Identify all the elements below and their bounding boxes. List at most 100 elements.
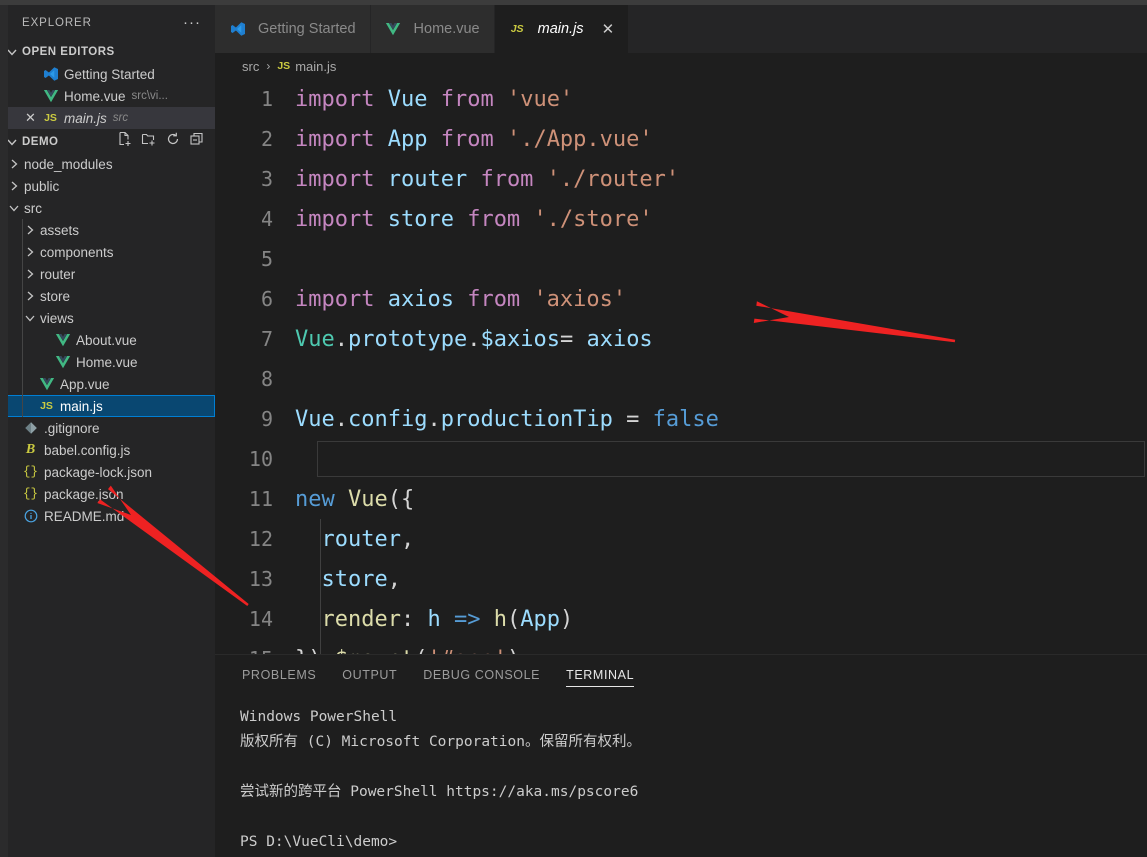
code-line: 9 Vue.config.productionTip = false — [215, 399, 1147, 439]
open-editors-list: Getting Started Home.vue src\vi... ✕ JS main.… — [0, 63, 215, 129]
editor-tab-main-js[interactable]: JS main.js ✕ — [494, 5, 630, 53]
tree-indent-guide — [22, 285, 23, 307]
tree-item-node-modules[interactable]: node_modules — [0, 153, 215, 175]
code-line-text: import App from './App.vue' — [295, 126, 653, 152]
panel-tab-debug-console[interactable]: DEBUG CONSOLE — [423, 655, 540, 694]
code-line-text: import Vue from 'vue' — [295, 86, 574, 112]
tree-indent-guide — [22, 241, 23, 263]
open-editor-label: main.js — [64, 110, 107, 126]
tree-item-package-json[interactable]: {} package.json — [0, 483, 215, 505]
js-icon: JS — [40, 400, 53, 412]
js-icon: JS — [44, 112, 57, 124]
sidebar-left-edge — [0, 5, 8, 857]
tree-item-components[interactable]: components — [0, 241, 215, 263]
editor-tab-home-vue[interactable]: Home.vue — [370, 5, 495, 53]
tree-item-label: components — [40, 244, 114, 260]
breadcrumb-file[interactable]: main.js — [295, 59, 336, 74]
tree-item-assets[interactable]: assets — [0, 219, 215, 241]
tree-item-label: .gitignore — [44, 420, 100, 436]
chevron-right-icon — [22, 222, 38, 238]
tree-item-app-vue[interactable]: App.vue — [0, 373, 215, 395]
tree-item-label: About.vue — [76, 332, 137, 348]
new-folder-icon[interactable] — [141, 131, 157, 152]
tree-item-babel-config-js[interactable]: Bbabel.config.js — [0, 439, 215, 461]
git-ignore-icon — [22, 421, 39, 435]
tree-item-label: node_modules — [24, 156, 113, 172]
close-icon[interactable]: ✕ — [602, 20, 615, 38]
tree-item--gitignore[interactable]: .gitignore — [0, 417, 215, 439]
code-editor[interactable]: 1 import Vue from 'vue' 2 import App from '… — [215, 79, 1147, 654]
refresh-icon[interactable] — [165, 131, 181, 152]
open-editor-item[interactable]: Home.vue src\vi... — [0, 85, 215, 107]
tree-item-readme-md[interactable]: README.md — [0, 505, 215, 527]
open-editor-path: src — [112, 112, 129, 124]
vue-icon — [54, 332, 71, 348]
project-section-header[interactable]: DEMO — [0, 130, 215, 153]
tree-item-store[interactable]: store — [0, 285, 215, 307]
line-number: 3 — [260, 167, 273, 191]
code-line-text: router, — [321, 526, 415, 552]
tree-item-label: store — [40, 288, 71, 304]
tree-item-home-vue[interactable]: Home.vue — [0, 351, 215, 373]
tree-item-src[interactable]: src — [0, 197, 215, 219]
tree-item-main-js[interactable]: JS main.js — [0, 395, 215, 417]
code-line-text: new Vue({ — [295, 486, 415, 512]
terminal-output[interactable]: Windows PowerShell 版权所有 (C) Microsoft Cor… — [215, 694, 1147, 855]
breadcrumb: src › JS main.js — [215, 53, 1147, 79]
panel-tab-problems[interactable]: PROBLEMS — [242, 655, 316, 694]
open-editor-item[interactable]: Getting Started — [0, 63, 215, 85]
tree-item-router[interactable]: router — [0, 263, 215, 285]
vscode-window: EXPLORER ··· OPEN EDITORS Getting Starte… — [0, 0, 1147, 857]
code-line-text: store, — [321, 566, 401, 592]
file-tree: node_modulespublic src assets components rou… — [0, 153, 215, 527]
editor-tab-getting-started[interactable]: Getting Started — [215, 5, 371, 53]
line-number: 1 — [260, 87, 273, 111]
explorer-more-icon[interactable]: ··· — [183, 15, 201, 30]
open-editor-label: Home.vue — [64, 88, 126, 104]
new-file-icon[interactable] — [117, 131, 133, 152]
indent-guide — [320, 559, 321, 599]
markdown-info-icon — [22, 509, 39, 523]
tree-item-label: babel.config.js — [44, 442, 131, 458]
code-line-text: }).$mount('#app') — [295, 647, 520, 655]
line-number: 2 — [260, 127, 273, 151]
open-editor-item[interactable]: ✕ JS main.js src — [0, 107, 215, 129]
panel-tab-output[interactable]: OUTPUT — [342, 655, 397, 694]
breadcrumb-folder[interactable]: src — [242, 59, 259, 74]
code-line: 14 render: h => h(App) — [215, 599, 1147, 639]
tab-label: main.js — [537, 21, 584, 37]
line-number: 4 — [260, 207, 273, 231]
line-number: 11 — [248, 487, 273, 511]
line-number: 5 — [260, 247, 273, 271]
line-number: 13 — [248, 567, 273, 591]
tab-bar-filler — [629, 5, 1147, 53]
collapse-all-icon[interactable] — [189, 131, 205, 152]
code-line: 12 router, — [215, 519, 1147, 559]
chevron-right-icon — [6, 178, 22, 194]
close-icon[interactable]: ✕ — [22, 110, 39, 126]
code-line: 5 — [215, 239, 1147, 279]
tree-indent-guide — [22, 395, 23, 417]
line-number: 6 — [260, 287, 273, 311]
tree-item-about-vue[interactable]: About.vue — [0, 329, 215, 351]
code-line: 15}).$mount('#app') — [215, 639, 1147, 654]
explorer-actions — [117, 131, 215, 152]
code-line: 13 store, — [215, 559, 1147, 599]
terminal-line: Windows PowerShell — [240, 709, 398, 725]
tree-item-public[interactable]: public — [0, 175, 215, 197]
tree-item-package-lock-json[interactable]: {} package-lock.json — [0, 461, 215, 483]
line-number: 12 — [248, 527, 273, 551]
code-line: 8 — [215, 359, 1147, 399]
code-line: 7 Vue.prototype.$axios= axios — [215, 319, 1147, 359]
open-editors-section-header[interactable]: OPEN EDITORS — [0, 40, 215, 63]
panel-tab-terminal[interactable]: TERMINAL — [566, 655, 635, 694]
code-line: 1 import Vue from 'vue' — [215, 79, 1147, 119]
bottom-panel: PROBLEMS OUTPUT DEBUG CONSOLE TERMINAL Wind… — [215, 654, 1147, 857]
tree-item-views[interactable]: views — [0, 307, 215, 329]
line-number: 8 — [260, 367, 273, 391]
